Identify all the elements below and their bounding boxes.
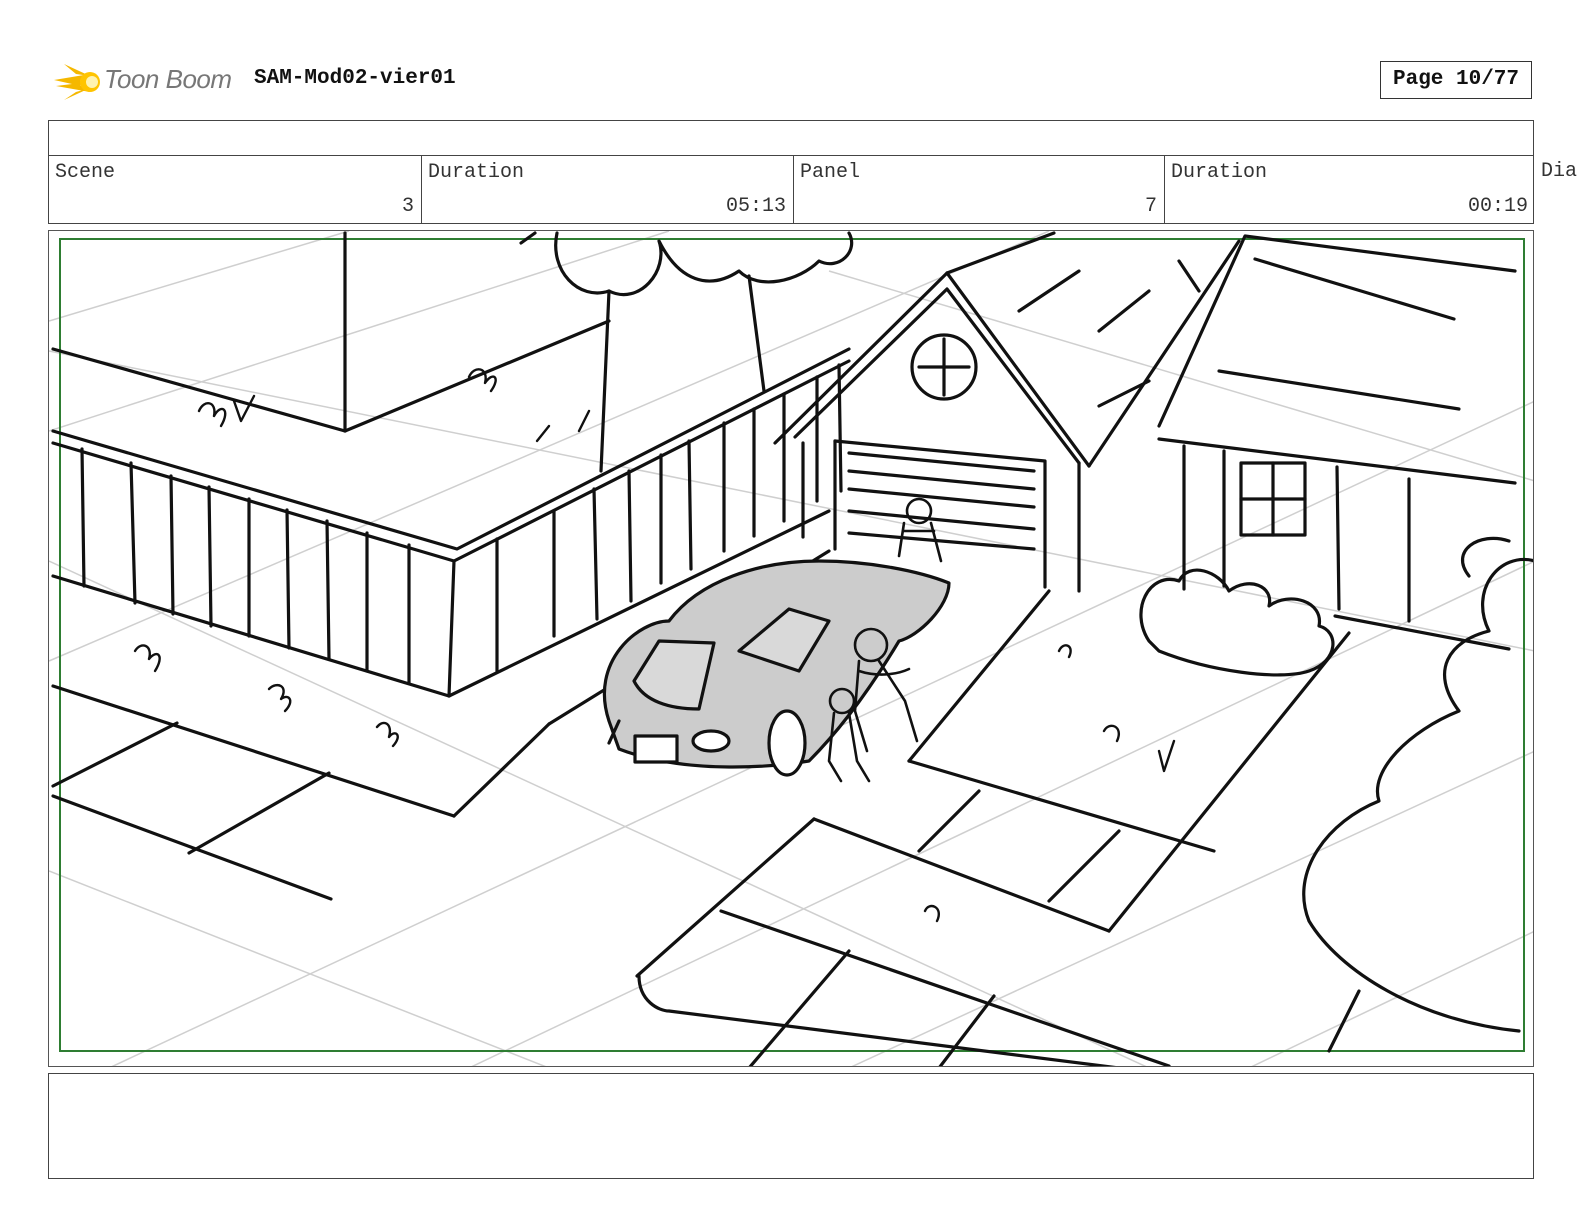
page-indicator: Page 10/77 — [1380, 61, 1532, 99]
logo-wordmark: Toon Boom — [104, 64, 232, 94]
panel-label: Panel — [800, 161, 861, 184]
scene-duration-label: Duration — [428, 161, 525, 184]
tree-branch — [1461, 536, 1511, 578]
notes-box[interactable] — [48, 1073, 1534, 1179]
neighbour-house — [51, 231, 611, 433]
panel-sketch — [49, 231, 1533, 1066]
front-bush — [1139, 568, 1335, 677]
scene-cell: Scene 3 — [49, 156, 421, 223]
sidewalk-left — [51, 684, 551, 901]
info-row: Scene 3 Duration 05:13 Panel 7 Duration … — [48, 155, 1534, 224]
parked-car — [602, 559, 951, 777]
panel-cell: Panel 7 — [793, 156, 1164, 223]
panel-duration-cell: Duration 00:19 — [1164, 156, 1535, 223]
logo-flame-icon — [54, 64, 100, 100]
panel-duration-label: Duration — [1171, 161, 1268, 184]
scene-value: 3 — [401, 195, 414, 218]
garage-house — [773, 231, 1241, 593]
panel-duration-value: 00:19 — [1467, 195, 1528, 218]
background-tree — [519, 231, 854, 473]
dialogue-label-truncated: Dia — [1541, 160, 1578, 183]
right-house — [1157, 234, 1517, 651]
scene-duration-value: 05:13 — [725, 195, 786, 218]
project-name: SAM-Mod02-vier01 — [254, 67, 456, 90]
storyboard-panel[interactable] — [48, 230, 1534, 1067]
title-strip — [48, 120, 1534, 156]
front-tree — [1302, 557, 1533, 1033]
scene-label: Scene — [55, 161, 116, 184]
character-garage-kid — [897, 497, 943, 563]
panel-value: 7 — [1144, 195, 1157, 218]
scene-duration-cell: Duration 05:13 — [421, 156, 793, 223]
